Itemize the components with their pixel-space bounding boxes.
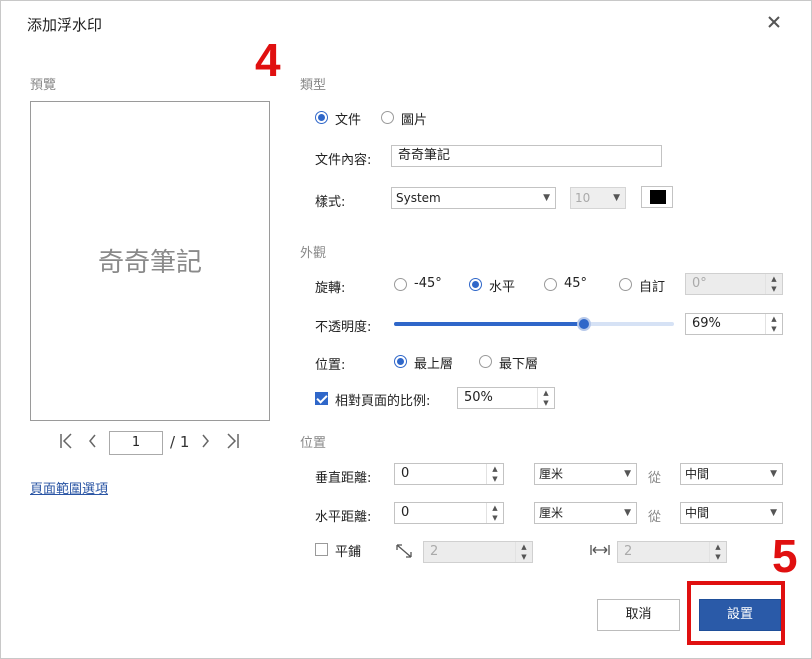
font-size-select[interactable]: 10 ▼ xyxy=(570,187,626,209)
chevron-down-icon: ▼ xyxy=(613,193,620,203)
layer-bottom-radio[interactable] xyxy=(479,355,492,368)
type-image-radio[interactable] xyxy=(381,111,394,124)
tile-spacing-input-2[interactable]: 2 ▲ ▼ xyxy=(617,541,727,563)
vertical-distance-value: 0 xyxy=(401,466,410,481)
rotation-horizontal-radio[interactable] xyxy=(469,278,482,291)
opacity-value: 69% xyxy=(692,316,721,331)
horizontal-anchor-select[interactable]: 中間 ▼ xyxy=(680,502,783,524)
tile-label: 平鋪 xyxy=(335,545,362,560)
preview-label: 預覽 xyxy=(30,78,57,93)
rotation-custom-label: 自訂 xyxy=(639,280,666,295)
rotation-45-radio[interactable] xyxy=(544,278,557,291)
dialog-title: 添加浮水印 xyxy=(27,16,103,34)
rotation-45-label: 45° xyxy=(564,276,588,291)
horizontal-unit-value: 厘米 xyxy=(539,506,564,520)
horizontal-distance-input[interactable]: 0 ▲ ▼ xyxy=(394,502,504,524)
color-picker-button[interactable] xyxy=(641,186,673,208)
diagonal-spacing-icon xyxy=(394,542,414,564)
font-value: System xyxy=(396,191,441,205)
next-page-icon[interactable] xyxy=(201,432,211,454)
content-input[interactable]: 奇奇筆記 xyxy=(391,145,662,167)
type-text-label: 文件 xyxy=(335,113,362,128)
horizontal-from-label: 從 xyxy=(648,510,662,525)
step-4-annotation: 4 xyxy=(255,34,281,86)
horizontal-unit-select[interactable]: 厘米 ▼ xyxy=(534,502,637,524)
horizontal-distance-value: 0 xyxy=(401,505,410,520)
rotation-neg45-radio[interactable] xyxy=(394,278,407,291)
preview-watermark-text: 奇奇筆記 xyxy=(97,248,202,278)
scale-value: 50% xyxy=(464,390,493,405)
rotation-horizontal-label: 水平 xyxy=(489,280,516,295)
layer-bottom-label: 最下層 xyxy=(499,357,539,372)
prev-page-icon[interactable] xyxy=(87,432,97,454)
type-section-label: 類型 xyxy=(300,78,327,93)
chevron-down-icon: ▼ xyxy=(770,469,777,479)
scale-label: 相對頁面的比例: xyxy=(335,394,431,409)
opacity-slider-fill xyxy=(394,322,584,326)
font-size-value: 10 xyxy=(575,191,591,205)
chevron-down-icon: ▼ xyxy=(770,508,777,518)
spinner-icon[interactable]: ▲ ▼ xyxy=(515,542,532,562)
close-icon[interactable] xyxy=(767,13,785,31)
rotation-label: 旋轉: xyxy=(315,281,346,296)
position-section-label: 位置 xyxy=(300,436,327,451)
spinner-icon[interactable]: ▲ ▼ xyxy=(765,314,782,334)
layer-top-label: 最上層 xyxy=(414,357,454,372)
opacity-slider-thumb[interactable] xyxy=(577,317,591,331)
cancel-button[interactable]: 取消 xyxy=(597,599,680,631)
horizontal-spacing-icon xyxy=(589,542,611,562)
spinner-icon[interactable]: ▲ ▼ xyxy=(765,274,782,294)
page-number-input[interactable]: 1 xyxy=(109,431,163,455)
vertical-anchor-value: 中間 xyxy=(685,467,710,481)
type-text-radio[interactable] xyxy=(315,111,328,124)
appearance-section-label: 外觀 xyxy=(300,246,327,261)
last-page-icon[interactable] xyxy=(226,432,240,454)
vertical-from-label: 從 xyxy=(648,471,662,486)
horizontal-anchor-value: 中間 xyxy=(685,506,710,520)
step-5-annotation: 5 xyxy=(772,530,798,582)
rotation-custom-value: 0° xyxy=(692,276,707,291)
rotation-neg45-label: -45° xyxy=(414,276,442,291)
opacity-input[interactable]: 69% ▲ ▼ xyxy=(685,313,783,335)
tile-checkbox[interactable] xyxy=(315,543,328,556)
rotation-custom-input[interactable]: 0° ▲ ▼ xyxy=(685,273,783,295)
vertical-anchor-select[interactable]: 中間 ▼ xyxy=(680,463,783,485)
first-page-icon[interactable] xyxy=(59,432,73,454)
spinner-icon[interactable]: ▲ ▼ xyxy=(709,542,726,562)
style-label: 樣式: xyxy=(315,195,346,210)
layer-top-radio[interactable] xyxy=(394,355,407,368)
vertical-distance-input[interactable]: 0 ▲ ▼ xyxy=(394,463,504,485)
layer-position-label: 位置: xyxy=(315,358,346,373)
chevron-down-icon: ▼ xyxy=(624,469,631,479)
tile-spacing-value-1: 2 xyxy=(430,544,439,559)
scale-checkbox[interactable] xyxy=(315,392,328,405)
spinner-icon[interactable]: ▲ ▼ xyxy=(537,388,554,408)
scale-input[interactable]: 50% ▲ ▼ xyxy=(457,387,555,409)
font-select[interactable]: System ▼ xyxy=(391,187,556,209)
spinner-icon[interactable]: ▲ ▼ xyxy=(486,503,503,523)
color-swatch xyxy=(650,190,666,204)
page-range-options-link[interactable]: 頁面範圍選項 xyxy=(30,478,108,497)
content-label: 文件內容: xyxy=(315,153,372,168)
tile-spacing-input-1[interactable]: 2 ▲ ▼ xyxy=(423,541,533,563)
chevron-down-icon: ▼ xyxy=(543,193,550,203)
page-total: / 1 xyxy=(170,433,190,451)
type-image-label: 圖片 xyxy=(401,113,428,128)
vertical-unit-value: 厘米 xyxy=(539,467,564,481)
add-watermark-dialog: 添加浮水印 預覽 奇奇筆記 1 / 1 頁面範圍選項 類型 文件 圖片 文件內容… xyxy=(0,0,812,659)
chevron-down-icon: ▼ xyxy=(624,508,631,518)
opacity-label: 不透明度: xyxy=(315,320,372,335)
preview-panel: 奇奇筆記 xyxy=(30,101,270,421)
rotation-custom-radio[interactable] xyxy=(619,278,632,291)
vertical-distance-label: 垂直距離: xyxy=(315,471,372,486)
spinner-icon[interactable]: ▲ ▼ xyxy=(486,464,503,484)
highlight-box xyxy=(687,581,785,645)
tile-spacing-value-2: 2 xyxy=(624,544,633,559)
vertical-unit-select[interactable]: 厘米 ▼ xyxy=(534,463,637,485)
horizontal-distance-label: 水平距離: xyxy=(315,510,372,525)
